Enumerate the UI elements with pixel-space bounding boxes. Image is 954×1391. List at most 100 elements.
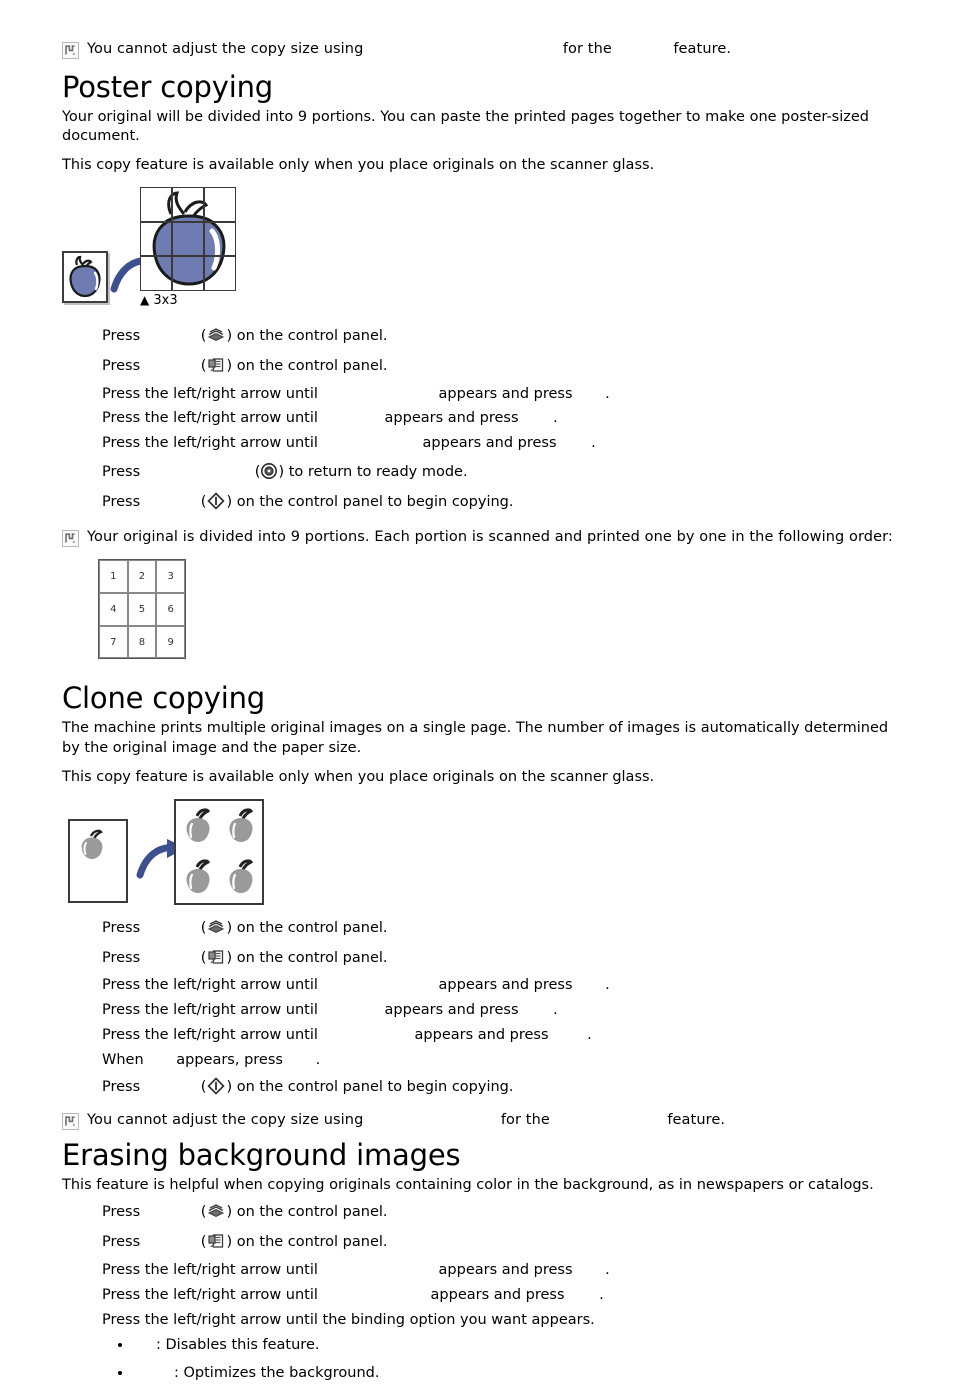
step-mid: appears and press: [430, 1286, 565, 1303]
poster-cell-3: [204, 186, 236, 222]
step-poster-4: Press the left/right arrow until appears…: [0, 409, 954, 428]
step-lead: Press the left/right arrow until: [102, 1027, 318, 1044]
step-clone-4: Press the left/right arrow until appears…: [0, 1001, 954, 1020]
step-mid: appears and press: [422, 435, 557, 452]
poster-cell-6: [204, 221, 236, 257]
note-callout-clone: You cannot adjust the copy size using fo…: [0, 1111, 954, 1131]
step-lead: Press: [102, 494, 141, 510]
bullet-label: : Optimizes the background.: [174, 1365, 380, 1382]
poster-cell-5: [172, 221, 204, 257]
step-gap-ok-term: [577, 385, 605, 404]
note-pencil-icon: [62, 1112, 79, 1130]
order-cell: 2: [127, 560, 157, 594]
apple-gray-small-icon: [81, 829, 103, 859]
step-mid: appears and press: [414, 1027, 549, 1044]
original-page-thumbnail: [62, 250, 108, 303]
step-gap-menu-term: [323, 1026, 415, 1045]
binding-option-off: : Disables this feature.: [0, 1336, 954, 1355]
copy-stack-icon: [206, 325, 226, 345]
step-tail: ) to return to ready mode.: [278, 464, 468, 481]
order-cell: 1: [99, 560, 128, 594]
binding-option-list: : Disables this feature. : Optimizes the…: [0, 1336, 954, 1384]
caption-label: 3x3: [153, 292, 178, 308]
section-title-erasing-background-images: Erasing background images: [62, 1138, 461, 1173]
clone-output-page: [174, 798, 264, 905]
step-tail: .: [553, 410, 558, 427]
order-cell: 8: [127, 625, 157, 659]
step-lead: Press: [102, 949, 141, 966]
clone-paragraph-2: This copy feature is available only when…: [62, 768, 655, 785]
step-lead: Press: [102, 1234, 141, 1251]
step-gap-term: [145, 1078, 201, 1097]
step-gap-term: [145, 1203, 201, 1222]
apple-gray-icon: [228, 808, 253, 843]
step-tail: .: [587, 1027, 592, 1044]
step-erasing-4: Press the left/right arrow until appears…: [0, 1286, 954, 1305]
step-lead: Press: [102, 357, 141, 374]
note-text-poster-order: Your original is divided into 9 portions…: [87, 528, 893, 545]
apple-gray-icon: [185, 859, 210, 894]
step-gap-term: [145, 327, 201, 346]
step-erasing-5: Press the left/right arrow until the bin…: [102, 1311, 595, 1328]
poster-paragraph-1: Your original will be divided into 9 por…: [62, 108, 869, 144]
note-pencil-icon: [62, 42, 79, 59]
clone-paragraph-1: The machine prints multiple original ima…: [62, 720, 889, 756]
poster-cell-4: [140, 221, 172, 257]
start-diamond-icon: [206, 491, 226, 511]
step-lead: Press the left/right arrow until: [102, 1286, 318, 1303]
step-tail: ) on the control panel.: [226, 919, 388, 936]
step-tail: ) on the control panel.: [226, 949, 388, 966]
step-tail: .: [315, 1052, 321, 1068]
step-gap-menu-term: [323, 1261, 439, 1280]
figure-caption-poster: ▲ 3x3: [140, 293, 178, 308]
step-gap-ok-term: [577, 1261, 605, 1280]
apple-blue-small-icon: [69, 255, 101, 298]
step-gap-ok-term: [523, 1001, 553, 1020]
erasing-paragraph-1: This feature is helpful when copying ori…: [62, 1177, 874, 1194]
step-erasing-1: Press () on the control panel.: [0, 1201, 954, 1222]
note-gap-term-2: [555, 1111, 663, 1131]
step-tail: .: [605, 977, 610, 994]
note-gap-term-1: [368, 40, 558, 60]
poster-cell-1: [140, 186, 172, 222]
note-text-after: feature.: [667, 1111, 726, 1128]
step-clone-5: Press the left/right arrow until appears…: [0, 1026, 954, 1045]
clone-original-page: [68, 818, 128, 903]
step-clone-3: Press the left/right arrow until appears…: [0, 976, 954, 995]
menu-document-icon: [206, 947, 226, 967]
step-tail: .: [605, 1262, 610, 1279]
steps-erasing-background: Press () on the control panel. Press () …: [0, 1201, 954, 1329]
step-gap-ok-term: [523, 409, 553, 428]
step-gap-term: [145, 1233, 201, 1252]
order-cell: 6: [156, 593, 185, 626]
step-gap-term: [145, 949, 201, 968]
poster-cell-8: [172, 256, 204, 291]
poster-cell-7: [140, 256, 172, 291]
step-gap-term: [145, 463, 255, 482]
step-clone-1: Press () on the control panel.: [0, 917, 954, 938]
step-tail: ) on the control panel.: [226, 357, 388, 374]
poster-paragraph-2: This copy feature is available only when…: [62, 156, 655, 173]
poster-3x3-grid: [140, 186, 236, 291]
steps-clone-copying: Press () on the control panel. Press () …: [0, 917, 954, 1097]
note-text-top: You cannot adjust the copy size using fo…: [87, 40, 731, 60]
step-clone-2: Press () on the control panel.: [0, 947, 954, 968]
note-text-after: feature.: [673, 41, 732, 57]
note-pencil-icon: [62, 529, 79, 547]
menu-document-icon: [206, 1231, 226, 1251]
note-text-before: You cannot adjust the copy size using: [87, 1111, 364, 1128]
note-gap-term-2: [617, 40, 669, 60]
note-text-middle: for the: [500, 1111, 550, 1128]
section-title-poster-copying: Poster copying: [62, 69, 273, 104]
note-text-middle: for the: [562, 41, 612, 57]
step-gap-term: [145, 357, 201, 376]
step-gap-menu-term: [323, 385, 439, 404]
step-lead: Press: [102, 464, 141, 481]
figure-poster-copying: ▲ 3x3: [62, 186, 362, 309]
step-gap-ok-term: [553, 1026, 587, 1045]
step-lead: Press the left/right arrow until: [102, 1262, 318, 1279]
menu-document-icon: [206, 355, 226, 375]
step-gap-menu-term: [323, 1286, 431, 1305]
step-tail: ) on the control panel to begin copying.: [226, 1078, 514, 1095]
step-lead: Press the left/right arrow until: [102, 977, 318, 994]
